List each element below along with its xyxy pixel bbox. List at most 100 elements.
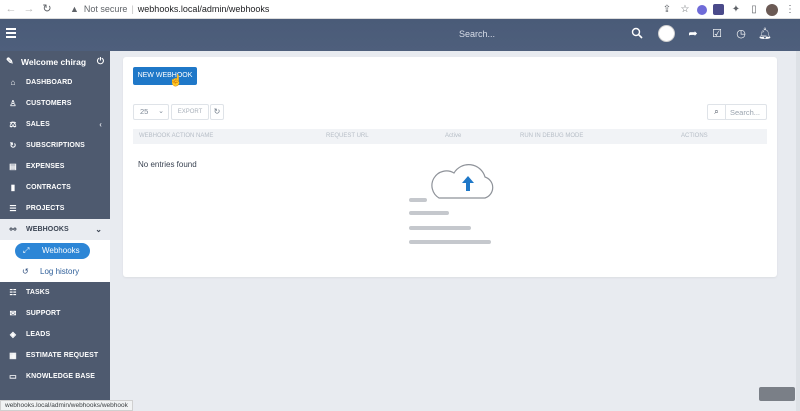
- submenu-item-log-history[interactable]: ↺ Log history: [0, 261, 110, 282]
- pointer-cursor-icon: ☝: [169, 75, 183, 87]
- more-vert-icon[interactable]: ⋮: [784, 4, 796, 16]
- user-avatar[interactable]: [658, 25, 675, 42]
- sidebar-item-estimate-request[interactable]: ▦ ESTIMATE REQUEST: [0, 345, 110, 366]
- table-icon: ▦: [9, 351, 17, 360]
- submenu-item-webhooks[interactable]: ⤢ Webhooks: [0, 240, 110, 261]
- chevron-left-icon: ‹: [99, 120, 102, 129]
- handshake-icon: ⚯: [9, 225, 17, 234]
- warning-icon[interactable]: ▲: [70, 4, 79, 14]
- search-icon[interactable]: [630, 27, 644, 41]
- share-icon[interactable]: ⇪: [661, 4, 673, 16]
- table-header: WEBHOOK ACTION NAME REQUEST URL Active R…: [133, 129, 767, 144]
- tag-icon: ◈: [9, 330, 17, 339]
- refresh-icon: ↻: [9, 141, 17, 150]
- search-icon: ⌕: [708, 105, 726, 119]
- sidebar-item-projects[interactable]: ☰ PROJECTS: [0, 198, 110, 219]
- sidebar-item-label: LEADS: [26, 331, 51, 338]
- sidebar-item-support[interactable]: ✉ SUPPORT: [0, 303, 110, 324]
- submenu-label: Log history: [40, 267, 80, 276]
- home-icon: ⌂: [10, 78, 16, 87]
- page-scrollbar[interactable]: [796, 51, 800, 411]
- sidebar-item-knowledge-base[interactable]: ▭ KNOWLEDGE BASE: [0, 366, 110, 387]
- placeholder-line: [409, 240, 491, 244]
- url-separator: |: [131, 4, 134, 14]
- reload-icon[interactable]: ↻: [40, 2, 54, 16]
- user-icon: ♙: [9, 99, 17, 108]
- sidebar: ✎ Welcome chirag ⏻ ⌂ DASHBOARD ♙ CUSTOMERS…: [0, 51, 110, 411]
- power-icon[interactable]: ⏻: [97, 56, 104, 67]
- top-search-input[interactable]: Search...: [459, 29, 495, 39]
- page-length-select[interactable]: 25 ⌄: [133, 104, 169, 120]
- placeholder-line: [409, 198, 427, 202]
- sidebar-item-label: PROJECTS: [26, 205, 65, 212]
- empty-message: No entries found: [138, 160, 197, 169]
- security-label: Not secure: [83, 4, 128, 14]
- address-bar[interactable]: webhooks.local/admin/webhooks: [138, 4, 270, 14]
- forward-icon[interactable]: →: [22, 2, 36, 16]
- top-navbar: Search... ➦ ☑ ◷ 🔔︎: [0, 19, 800, 51]
- history-icon: ↺: [22, 267, 29, 276]
- sidebar-item-leads[interactable]: ◈ LEADS: [0, 324, 110, 345]
- placeholder-line: [409, 226, 471, 230]
- export-button[interactable]: EXPORT: [171, 104, 209, 120]
- sidebar-item-label: SUPPORT: [26, 310, 61, 317]
- checkbox-icon[interactable]: ☑: [710, 27, 724, 41]
- sidebar-item-label: KNOWLEDGE BASE: [26, 373, 96, 380]
- sidebar-item-label: SUBSCRIPTIONS: [26, 142, 85, 149]
- sidepanel-icon[interactable]: ▯: [748, 4, 760, 16]
- sidebar-item-dashboard[interactable]: ⌂ DASHBOARD: [0, 72, 110, 93]
- page-length-value: 25: [140, 107, 149, 116]
- reload-table-icon[interactable]: ↻: [210, 104, 224, 120]
- clock-icon[interactable]: ◷: [734, 27, 748, 41]
- sidebar-item-label: WEBHOOKS: [26, 226, 69, 233]
- active-pill[interactable]: ⤢ Webhooks: [15, 242, 90, 259]
- puzzle-icon[interactable]: ✦: [730, 4, 742, 16]
- sidebar-item-customers[interactable]: ♙ CUSTOMERS: [0, 93, 110, 114]
- column-header[interactable]: WEBHOOK ACTION NAME: [139, 133, 213, 139]
- sidebar-item-label: CUSTOMERS: [26, 100, 72, 107]
- video-overlay-control[interactable]: [759, 387, 795, 401]
- welcome-header: ✎ Welcome chirag ⏻: [0, 51, 110, 72]
- sidebar-item-sales[interactable]: ⚖ SALES ‹: [0, 114, 110, 135]
- browser-toolbar: ← → ↻ ▲ Not secure | webhooks.local/admi…: [0, 0, 800, 19]
- back-icon[interactable]: ←: [4, 2, 18, 16]
- new-webhook-button[interactable]: NEW WEBHOOK: [133, 67, 197, 85]
- submenu-label: Webhooks: [42, 246, 80, 255]
- menu-toggle-icon[interactable]: [6, 28, 16, 38]
- extension-icon[interactable]: [697, 4, 707, 15]
- share-arrow-icon[interactable]: ➦: [686, 27, 700, 41]
- sidebar-item-label: SALES: [26, 121, 50, 128]
- sidebar-item-label: EXPENSES: [26, 163, 65, 170]
- table-search-input[interactable]: Search...: [726, 108, 760, 117]
- table-search[interactable]: ⌕ Search...: [707, 104, 767, 120]
- placeholder-line: [409, 211, 449, 215]
- sidebar-item-label: TASKS: [26, 289, 50, 296]
- sidebar-item-webhooks[interactable]: ⚯ WEBHOOKS ⌄: [0, 219, 110, 240]
- extension-badge-icon[interactable]: [713, 4, 724, 15]
- chevron-down-icon: ⌄: [158, 108, 164, 115]
- column-header[interactable]: ACTIONS: [681, 133, 708, 139]
- receipt-icon: ▤: [9, 162, 17, 171]
- file-icon: ▮: [10, 183, 16, 192]
- sidebar-item-contracts[interactable]: ▮ CONTRACTS: [0, 177, 110, 198]
- list-icon: ☰: [9, 204, 17, 213]
- sidebar-item-label: DASHBOARD: [26, 79, 73, 86]
- browser-status-bar: webhooks.local/admin/webhooks/webhook: [0, 400, 133, 411]
- sidebar-item-subscriptions[interactable]: ↻ SUBSCRIPTIONS: [0, 135, 110, 156]
- wrench-icon: ✎: [6, 56, 14, 66]
- column-header[interactable]: Active: [445, 133, 461, 139]
- webhooks-submenu: ⤢ Webhooks ↺ Log history: [0, 240, 110, 282]
- chevron-down-icon: ⌄: [95, 225, 102, 234]
- welcome-text: Welcome chirag: [21, 56, 87, 67]
- balance-scale-icon: ⚖: [9, 120, 17, 129]
- empty-state-illustration: [409, 164, 499, 249]
- sidebar-item-tasks[interactable]: ☷ TASKS: [0, 282, 110, 303]
- column-header[interactable]: REQUEST URL: [326, 133, 369, 139]
- star-icon[interactable]: ☆: [679, 4, 691, 16]
- sidebar-item-expenses[interactable]: ▤ EXPENSES: [0, 156, 110, 177]
- ticket-icon: ✉: [9, 309, 17, 318]
- profile-avatar[interactable]: [766, 3, 778, 16]
- link-icon: ⤢: [23, 245, 30, 255]
- column-header[interactable]: RUN IN DEBUG MODE: [520, 133, 583, 139]
- bell-icon[interactable]: 🔔︎: [758, 27, 772, 41]
